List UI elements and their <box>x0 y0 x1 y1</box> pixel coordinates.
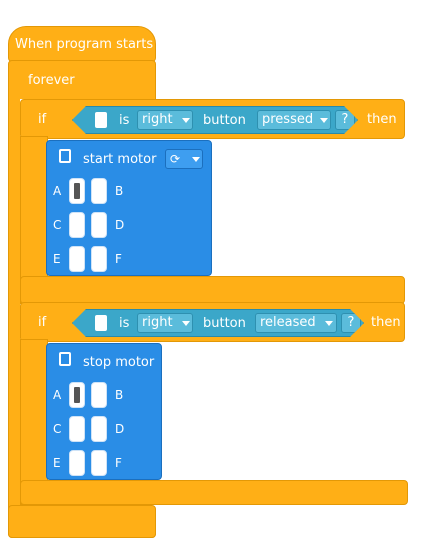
when-program-starts-block[interactable]: When program starts <box>8 26 156 62</box>
start-motor-block[interactable]: start motor ⟳ A B C D E F <box>46 140 212 276</box>
when-program-starts-label: When program starts <box>15 37 154 52</box>
port-a-slot[interactable] <box>69 382 85 408</box>
port-d-slot[interactable] <box>91 416 107 442</box>
hub-icon <box>95 112 107 128</box>
port-a-slot[interactable] <box>69 178 85 204</box>
then-label-1: then <box>367 112 397 127</box>
side-dropdown[interactable]: right <box>137 110 193 130</box>
button-released-condition[interactable]: is right button released ? <box>72 309 364 337</box>
chevron-down-icon <box>325 321 333 326</box>
port-b-slot[interactable] <box>91 382 107 408</box>
if-block-1-bottom <box>20 276 405 304</box>
port-c-slot[interactable] <box>69 416 85 442</box>
port-c-slot[interactable] <box>69 212 85 238</box>
button-label: button <box>203 316 246 331</box>
is-label: is <box>119 113 130 128</box>
chevron-down-icon <box>320 118 328 123</box>
stop-motor-label: stop motor <box>83 355 155 370</box>
forever-label: forever <box>28 73 75 88</box>
button-label: button <box>203 113 246 128</box>
port-e-slot[interactable] <box>69 246 85 272</box>
port-d-slot[interactable] <box>91 212 107 238</box>
port-f-slot[interactable] <box>91 450 107 476</box>
if-label-2: if <box>38 315 47 330</box>
if-block-2-bottom <box>20 480 408 505</box>
direction-dropdown[interactable]: ⟳ <box>165 149 203 169</box>
port-b-slot[interactable] <box>91 178 107 204</box>
is-label: is <box>119 316 130 331</box>
hub-icon <box>95 315 107 331</box>
start-motor-label: start motor <box>83 152 157 167</box>
state-dropdown[interactable]: released <box>255 313 337 333</box>
motor-icon <box>59 149 71 163</box>
chevron-down-icon <box>182 118 190 123</box>
motor-icon <box>59 352 71 366</box>
then-label-2: then <box>371 315 401 330</box>
chevron-down-icon <box>182 321 190 326</box>
clockwise-icon: ⟳ <box>170 152 181 166</box>
side-dropdown[interactable]: right <box>137 313 193 333</box>
chevron-down-icon <box>192 157 200 162</box>
port-f-slot[interactable] <box>91 246 107 272</box>
port-e-slot[interactable] <box>69 450 85 476</box>
button-pressed-condition[interactable]: is right button pressed ? <box>72 106 358 134</box>
stop-motor-block[interactable]: stop motor A B C D E F <box>46 343 162 480</box>
if-label-1: if <box>38 112 47 127</box>
state-dropdown[interactable]: pressed <box>257 110 331 130</box>
forever-bottom <box>8 505 156 538</box>
